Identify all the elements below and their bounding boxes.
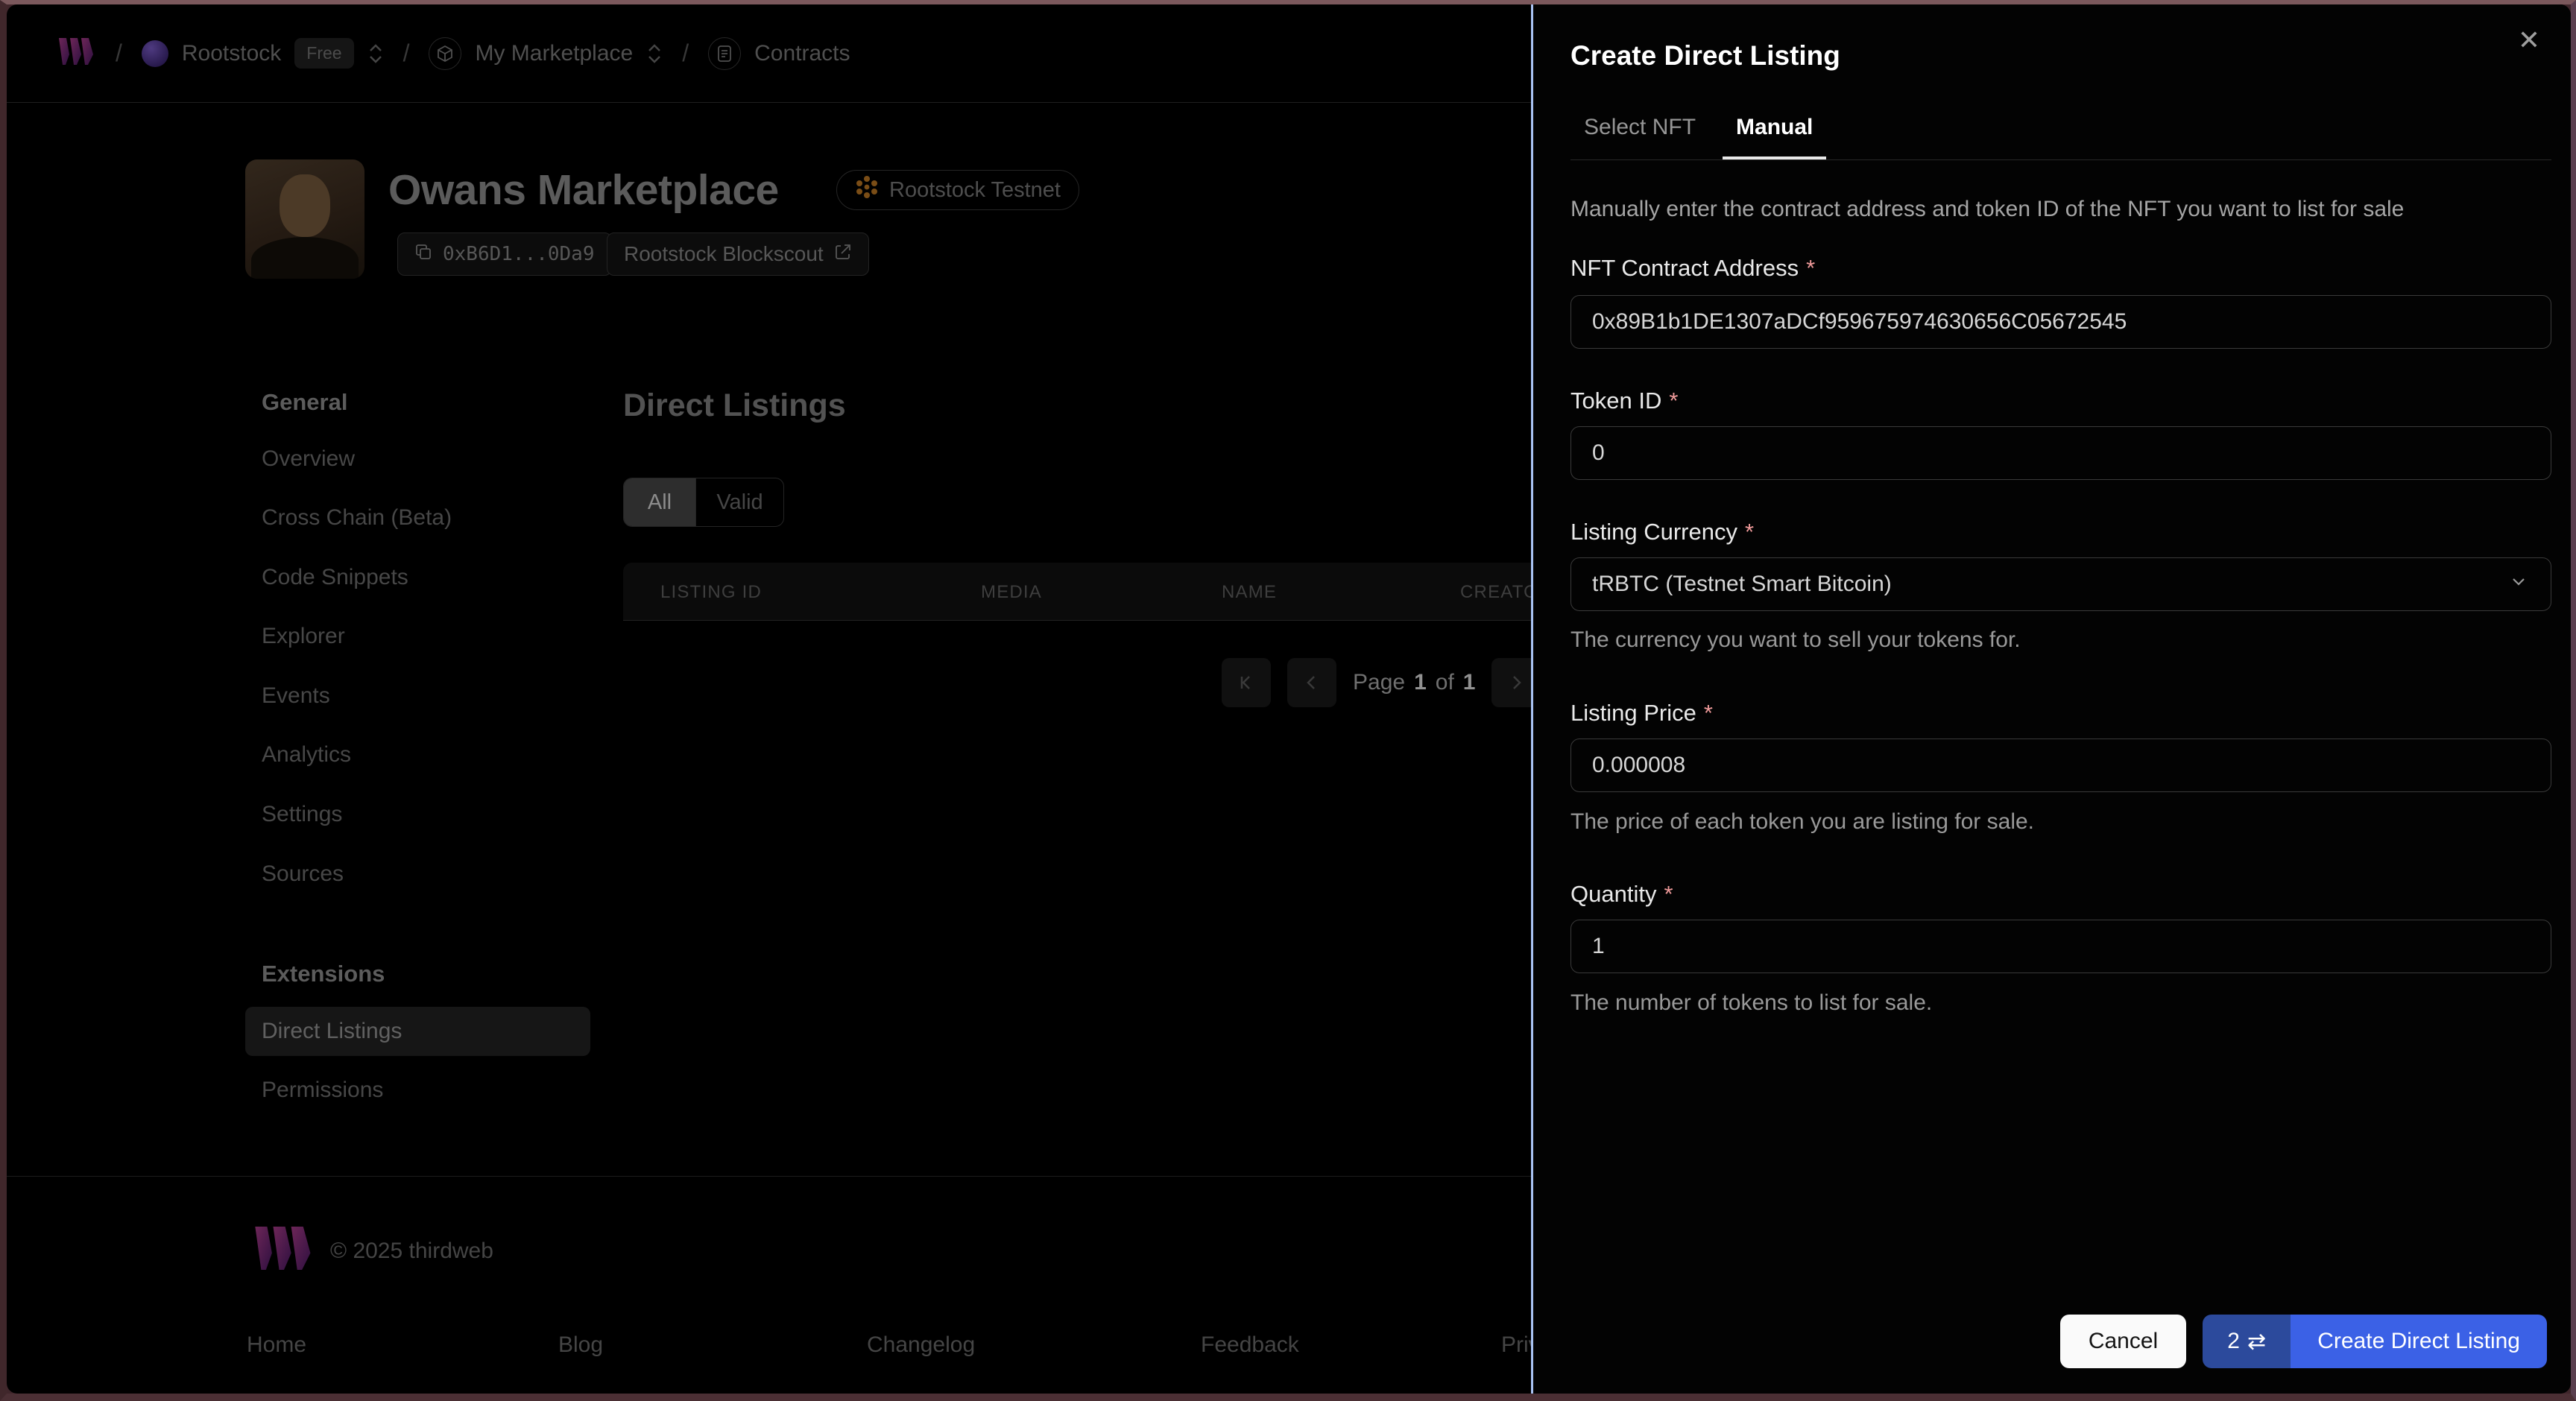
- thirdweb-logo-icon[interactable]: [57, 38, 96, 69]
- drawer-title: Create Direct Listing: [1570, 40, 1840, 71]
- plan-badge: Free: [294, 38, 354, 69]
- required-marker: *: [1806, 255, 1816, 281]
- listings-filter: All Valid: [623, 478, 784, 527]
- sidebar-heading-general: General: [262, 389, 348, 415]
- footer-link-blog[interactable]: Blog: [558, 1332, 603, 1358]
- close-icon[interactable]: ✕: [2513, 24, 2545, 57]
- cancel-button[interactable]: Cancel: [2059, 1315, 2187, 1368]
- drawer-description: Manually enter the contract address and …: [1570, 197, 2405, 221]
- swap-arrows-icon: ⇄: [2247, 1329, 2267, 1354]
- required-marker: *: [1703, 700, 1713, 726]
- copy-icon: [414, 243, 432, 266]
- contract-address-input[interactable]: [1570, 295, 2551, 349]
- screenshot-frame: / Rootstock Free / My Marketplace / Cont…: [0, 0, 2576, 1401]
- project-name: My Marketplace: [475, 40, 634, 66]
- footer-link-changelog[interactable]: Changelog: [867, 1332, 975, 1358]
- sidebar-item-permissions[interactable]: Permissions: [262, 1078, 383, 1103]
- quantity-input[interactable]: [1570, 920, 2551, 973]
- create-direct-listing-drawer: ✕ Create Direct Listing Select NFT Manua…: [1531, 4, 2571, 1394]
- page-indicator: Page 1 of 1: [1353, 670, 1476, 695]
- address-short: 0xB6D1...0Da9: [443, 243, 595, 265]
- submit-button-group: 2 ⇄ Create Direct Listing: [2203, 1315, 2547, 1368]
- top-nav: / Rootstock Free / My Marketplace / Cont…: [7, 4, 1572, 103]
- breadcrumb-separator: /: [682, 39, 689, 66]
- team-name: Rootstock: [181, 40, 282, 66]
- footer-link-feedback[interactable]: Feedback: [1201, 1332, 1299, 1358]
- rootstock-dots-icon: [855, 175, 879, 205]
- explorer-label: Rootstock Blockscout: [624, 242, 824, 265]
- col-listing-id: LISTING ID: [660, 582, 763, 602]
- tab-select-nft[interactable]: Select NFT: [1570, 103, 1709, 159]
- screen: / Rootstock Free / My Marketplace / Cont…: [7, 4, 2571, 1394]
- sidebar-item-cross-chain[interactable]: Cross Chain (Beta): [262, 505, 452, 531]
- external-link-icon: [834, 242, 852, 266]
- copy-address-button[interactable]: 0xB6D1...0Da9: [397, 233, 612, 276]
- footer-divider: [7, 1176, 1572, 1177]
- breadcrumb-project[interactable]: My Marketplace: [429, 37, 663, 70]
- tx-count: 2: [2227, 1329, 2240, 1353]
- sidebar-item-overview[interactable]: Overview: [262, 446, 355, 472]
- breadcrumb-separator: /: [402, 39, 410, 66]
- contracts-file-icon: [708, 37, 742, 70]
- required-marker: *: [1744, 519, 1755, 545]
- listing-price-input[interactable]: [1570, 739, 2551, 792]
- project-cube-icon: [429, 37, 462, 70]
- required-marker: *: [1664, 881, 1673, 907]
- breadcrumb-separator: /: [116, 39, 122, 66]
- page-prev-button[interactable]: [1287, 658, 1336, 707]
- footer-thirdweb-logo: [253, 1227, 315, 1274]
- filter-tab-valid[interactable]: Valid: [695, 478, 783, 526]
- page-name: Contracts: [754, 40, 850, 66]
- sidebar-heading-extensions: Extensions: [262, 961, 385, 987]
- section-title: Direct Listings: [623, 388, 846, 423]
- network-badge[interactable]: Rootstock Testnet: [836, 170, 1079, 210]
- quantity-helper: The number of tokens to list for sale.: [1570, 990, 1933, 1015]
- drawer-actions: Cancel 2 ⇄ Create Direct Listing: [2059, 1315, 2547, 1368]
- sidebar-item-events[interactable]: Events: [262, 683, 330, 709]
- create-direct-listing-button[interactable]: Create Direct Listing: [2291, 1315, 2547, 1368]
- footer-link-home[interactable]: Home: [247, 1332, 306, 1358]
- breadcrumb-page[interactable]: Contracts: [708, 37, 850, 70]
- required-marker: *: [1669, 388, 1679, 414]
- sidebar-item-direct-listings[interactable]: Direct Listings: [245, 1007, 590, 1056]
- listing-currency-select[interactable]: tRBTC (Testnet Smart Bitcoin): [1570, 557, 2551, 611]
- project-switcher-icon[interactable]: [646, 42, 663, 65]
- breadcrumb-team[interactable]: Rootstock Free: [141, 38, 384, 69]
- team-avatar: [141, 39, 168, 67]
- chevron-down-icon: [2507, 570, 2530, 598]
- page-first-button[interactable]: [1222, 658, 1271, 707]
- currency-helper: The currency you want to sell your token…: [1570, 627, 2021, 652]
- sidebar-item-code-snippets[interactable]: Code Snippets: [262, 565, 408, 590]
- network-badge-label: Rootstock Testnet: [889, 177, 1061, 202]
- token-id-label: Token ID *: [1570, 388, 1679, 414]
- team-switcher-icon[interactable]: [367, 42, 384, 65]
- quantity-label: Quantity *: [1570, 881, 1673, 907]
- tx-count-button[interactable]: 2 ⇄: [2203, 1315, 2291, 1368]
- tab-manual[interactable]: Manual: [1723, 103, 1826, 159]
- listing-currency-label: Listing Currency *: [1570, 519, 1755, 545]
- sidebar-item-explorer[interactable]: Explorer: [262, 624, 345, 649]
- col-name: NAME: [1222, 582, 1278, 602]
- col-media: MEDIA: [981, 582, 1043, 602]
- sidebar-item-sources[interactable]: Sources: [262, 861, 344, 887]
- price-helper: The price of each token you are listing …: [1570, 809, 2035, 834]
- sidebar-item-settings[interactable]: Settings: [262, 802, 342, 827]
- filter-tab-all[interactable]: All: [624, 478, 695, 526]
- pagination: Page 1 of 1: [1222, 658, 1541, 707]
- currency-selected-value: tRBTC (Testnet Smart Bitcoin): [1592, 572, 1892, 596]
- token-id-input[interactable]: [1570, 426, 2551, 480]
- listing-price-label: Listing Price *: [1570, 700, 1713, 726]
- sidebar-item-analytics[interactable]: Analytics: [262, 742, 351, 768]
- contract-address-label: NFT Contract Address *: [1570, 255, 1816, 281]
- copyright: © 2025 thirdweb: [330, 1239, 493, 1263]
- explorer-link-button[interactable]: Rootstock Blockscout: [607, 233, 869, 276]
- page-title: Owans Marketplace: [388, 166, 779, 214]
- marketplace-avatar: [245, 159, 364, 279]
- drawer-tabs: Select NFT Manual: [1570, 103, 2551, 160]
